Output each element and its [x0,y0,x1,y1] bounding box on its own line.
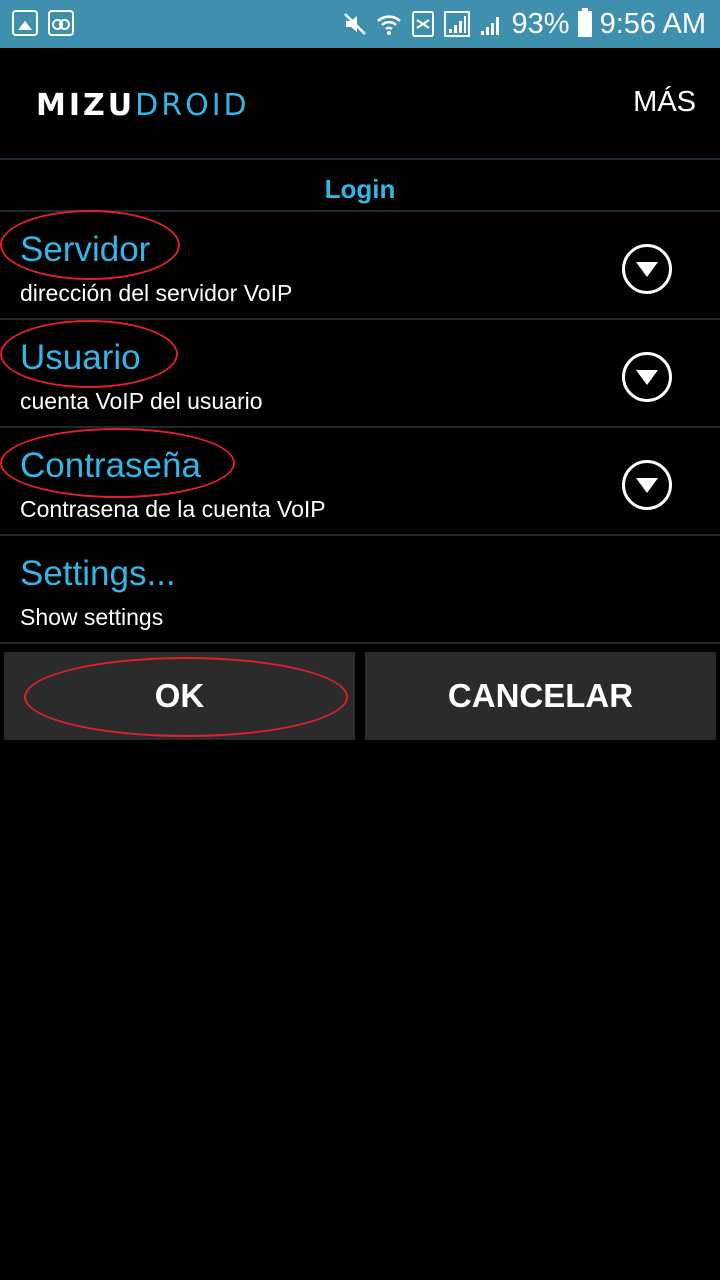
dropdown-arrow-icon[interactable] [622,244,672,294]
pref-title: Settings... [20,554,176,593]
pref-servidor[interactable]: Servidor dirección del servidor VoIP [0,212,720,320]
app-bar: MIZUDROID MÁS [0,48,720,160]
pref-settings[interactable]: Settings... Show settings [0,536,720,644]
pref-summary: cuenta VoIP del usuario [20,388,263,414]
pref-summary: Show settings [20,604,164,630]
logo-mizu: MIZU [36,88,136,123]
pref-summary: dirección del servidor VoIP [20,280,293,306]
wifi-icon [376,11,402,37]
cancel-button[interactable]: CANCELAR [365,652,716,740]
pref-summary: Contrasena de la cuenta VoIP [20,496,326,522]
section-title-login: Login [0,162,720,212]
status-bar: 93% 9:56 AM [0,0,720,48]
logo-droid: DROID [135,88,250,123]
dropdown-arrow-icon[interactable] [622,460,672,510]
battery-icon [577,8,592,37]
gallery-icon [12,10,38,36]
sim-icon [410,11,436,37]
pref-title: Contraseña [20,446,201,485]
more-menu-button[interactable]: MÁS [633,86,696,119]
pref-title: Usuario [20,338,141,377]
pref-title: Servidor [20,230,151,269]
signal-icon [443,11,470,37]
status-right-icons: 93% 9:56 AM [342,6,706,42]
mute-icon [342,11,368,37]
battery-percent: 93% [511,8,570,40]
voicemail-icon [48,10,74,36]
signal2-icon [478,11,504,37]
ok-button[interactable]: OK [4,652,355,740]
pref-usuario[interactable]: Usuario cuenta VoIP del usuario [0,320,720,428]
dropdown-arrow-icon[interactable] [622,352,672,402]
status-left-icons [12,10,74,36]
app-logo: MIZUDROID [36,88,250,123]
clock: 9:56 AM [599,8,706,40]
pref-contrasena[interactable]: Contraseña Contrasena de la cuenta VoIP [0,428,720,536]
